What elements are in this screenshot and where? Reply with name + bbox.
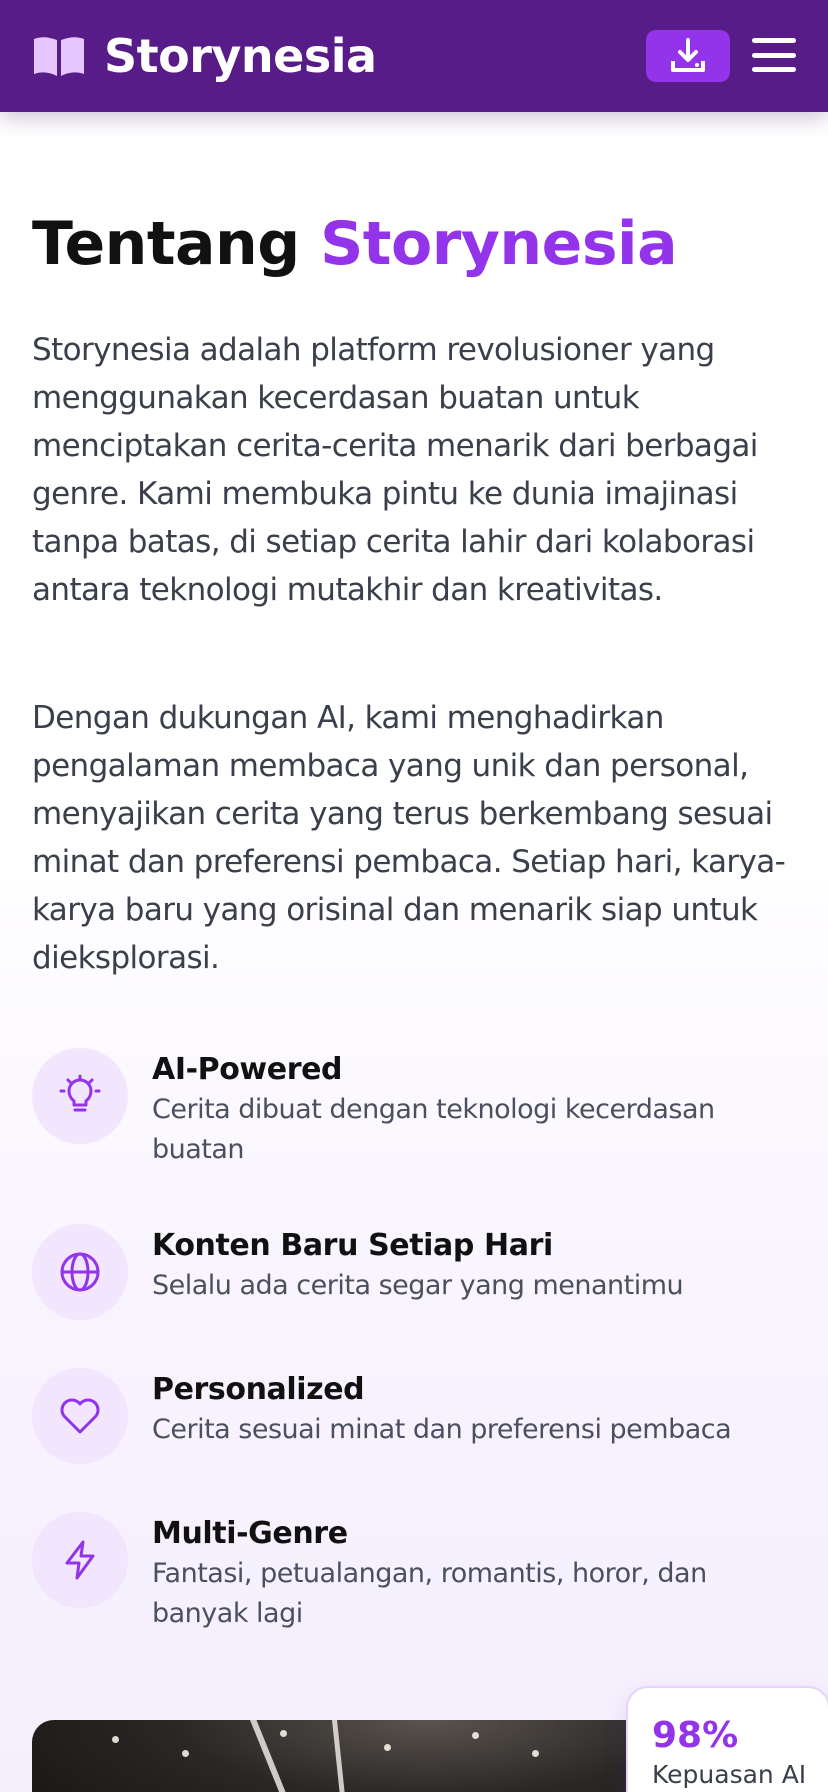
feature-personalized: Personalized Cerita sesuai minat dan pre… xyxy=(32,1368,802,1464)
feature-title: Personalized xyxy=(152,1372,365,1407)
feature-icon-circle xyxy=(32,1512,128,1608)
ceiling-light xyxy=(182,1750,189,1757)
feature-title: Multi-Genre xyxy=(152,1516,348,1551)
section-title: Tentang Storynesia xyxy=(32,204,678,284)
feature-description: Cerita sesuai minat dan preferensi pemba… xyxy=(152,1414,732,1445)
hamburger-menu-button[interactable] xyxy=(752,34,796,76)
menu-line xyxy=(752,67,796,72)
ceiling-light xyxy=(472,1732,479,1739)
feature-icon-circle xyxy=(32,1224,128,1320)
feature-icon-circle xyxy=(32,1368,128,1464)
feature-icon-circle xyxy=(32,1048,128,1144)
stat-value: 98% xyxy=(652,1715,739,1756)
brand-logo[interactable]: Storynesia xyxy=(32,26,377,86)
brand-name: Storynesia xyxy=(104,29,377,83)
ceiling-light xyxy=(112,1736,119,1743)
feature-daily-content: Konten Baru Setiap Hari Selalu ada cerit… xyxy=(32,1224,802,1320)
stat-card: 98% Kepuasan AI xyxy=(626,1686,828,1792)
download-button[interactable] xyxy=(646,30,730,82)
about-paragraph: Dengan dukungan AI, kami menghadirkan pe… xyxy=(32,700,786,976)
download-icon xyxy=(671,38,705,72)
feature-multi-genre: Multi-Genre Fantasi, petualangan, romant… xyxy=(32,1512,802,1634)
title-prefix: Tentang xyxy=(32,209,300,279)
light-beam xyxy=(332,1720,354,1792)
lightbulb-icon xyxy=(59,1074,101,1112)
ceiling-light xyxy=(532,1750,539,1757)
ceiling-light xyxy=(384,1744,391,1751)
feature-ai-powered: AI-Powered Cerita dibuat dengan teknolog… xyxy=(32,1048,802,1170)
feature-description: Cerita dibuat dengan teknologi kecerdasa… xyxy=(152,1094,715,1165)
top-navbar: Storynesia xyxy=(0,0,828,112)
globe-icon xyxy=(60,1252,100,1292)
lightning-icon xyxy=(65,1540,95,1580)
about-paragraph: Storynesia adalah platform revolusioner … xyxy=(32,332,758,608)
feature-description: Fantasi, petualangan, romantis, horor, d… xyxy=(152,1558,707,1629)
ceiling-light xyxy=(280,1730,287,1737)
menu-line xyxy=(752,38,796,43)
heart-icon xyxy=(60,1398,100,1434)
feature-title: AI-Powered xyxy=(152,1052,343,1087)
feature-title: Konten Baru Setiap Hari xyxy=(152,1228,553,1263)
page: Storynesia Tentang Storynesia Storynesia… xyxy=(0,0,828,1792)
open-book-icon xyxy=(34,37,84,76)
title-accent: Storynesia xyxy=(320,209,678,279)
menu-line xyxy=(752,52,796,58)
featured-image xyxy=(32,1720,692,1792)
feature-description: Selalu ada cerita segar yang menantimu xyxy=(152,1270,684,1301)
stat-label: Kepuasan AI xyxy=(652,1760,807,1789)
